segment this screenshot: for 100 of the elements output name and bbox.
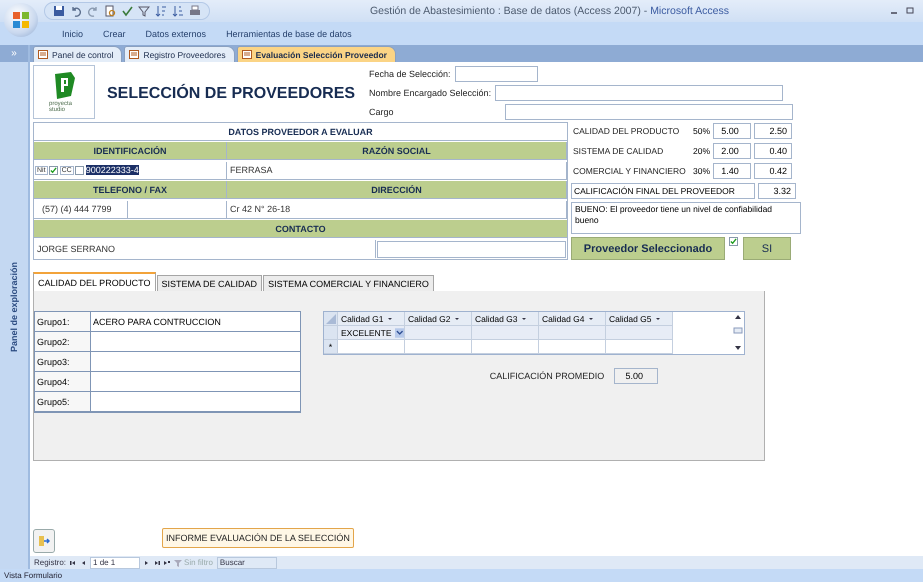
dropdown-arrow-icon[interactable] xyxy=(386,316,393,322)
last-record-icon[interactable] xyxy=(154,560,160,566)
criterion-label: COMERCIAL Y FINANCIERO xyxy=(572,166,687,176)
column-header[interactable]: Calidad G5 xyxy=(606,312,673,326)
report-button[interactable]: INFORME EVALUACIÓN DE LA SELECCIÓN xyxy=(162,528,354,548)
print-preview-icon[interactable] xyxy=(104,5,116,17)
group-field[interactable] xyxy=(91,352,300,372)
document-tab[interactable]: Registro Proveedores xyxy=(124,46,235,62)
grid-cell[interactable] xyxy=(606,326,673,340)
weighted-score-field[interactable]: 2.50 xyxy=(754,122,792,138)
group-label: Grupo1: xyxy=(35,312,91,332)
close-form-button[interactable] xyxy=(33,529,55,553)
group-field[interactable] xyxy=(91,332,300,352)
ribbon-tab[interactable]: Inicio xyxy=(52,28,94,38)
contact-field[interactable]: JORGE SERRANO xyxy=(34,240,376,258)
grid-cell[interactable] xyxy=(606,340,673,354)
group-label: Grupo5: xyxy=(35,392,91,412)
input-field[interactable] xyxy=(377,240,566,258)
subform-tab[interactable]: SISTEMA DE CALIDAD xyxy=(156,275,262,291)
column-header[interactable]: Calidad G2 xyxy=(405,312,472,326)
search-field[interactable]: Buscar xyxy=(216,556,277,568)
final-score-label: CALIFICACIÓN FINAL DEL PROVEEDOR xyxy=(571,182,755,198)
weighted-score-field[interactable]: 0.42 xyxy=(754,162,792,178)
grid-cell[interactable] xyxy=(472,326,539,340)
average-field[interactable]: 5.00 xyxy=(614,368,658,384)
address-field[interactable]: Cr 42 N° 26-18 xyxy=(227,200,567,219)
selected-label: Proveedor Seleccionado xyxy=(571,237,725,260)
selected-checkbox[interactable] xyxy=(729,237,738,246)
group-label: Grupo3: xyxy=(35,352,91,372)
dropdown-arrow-icon[interactable] xyxy=(520,316,527,322)
id-type-checkbox[interactable] xyxy=(48,166,58,175)
dropdown-arrow-icon[interactable] xyxy=(654,316,661,322)
restore-icon[interactable] xyxy=(905,6,915,16)
fax-field[interactable] xyxy=(128,200,227,219)
grid-cell[interactable] xyxy=(405,340,472,354)
group-label: Grupo2: xyxy=(35,332,91,352)
grid-cell[interactable] xyxy=(338,340,405,354)
score-field[interactable]: 5.00 xyxy=(713,122,751,138)
document-tab[interactable]: Evaluación Selección Proveedor xyxy=(236,46,396,62)
document-tab[interactable]: Panel de control xyxy=(33,46,122,62)
office-logo-icon[interactable] xyxy=(12,11,30,29)
id-type-checkbox[interactable] xyxy=(74,166,84,175)
sort-ascending-icon[interactable] xyxy=(155,5,167,17)
redo-icon[interactable] xyxy=(87,5,99,17)
ribbon-tab[interactable]: Herramientas de base de datos xyxy=(216,28,362,38)
selected-value: SI xyxy=(743,237,791,260)
new-row-marker: * xyxy=(324,340,338,354)
input-field[interactable] xyxy=(504,104,793,120)
grid-cell[interactable] xyxy=(539,326,606,340)
grid-cell[interactable] xyxy=(472,340,539,354)
final-score-field[interactable]: 3.32 xyxy=(758,182,796,198)
column-header[interactable]: Calidad G1 xyxy=(338,312,405,326)
print-icon[interactable] xyxy=(189,5,201,17)
next-record-icon[interactable] xyxy=(144,560,150,566)
grid-cell[interactable]: EXCELENTE xyxy=(338,326,405,340)
criterion-label: SISTEMA DE CALIDAD xyxy=(572,146,664,156)
column-header[interactable]: Calidad G4 xyxy=(539,312,606,326)
id-field[interactable]: 900222333-4 xyxy=(86,165,139,176)
weighted-score-field[interactable]: 0.40 xyxy=(754,142,792,158)
group-field[interactable] xyxy=(91,372,300,392)
new-record-icon[interactable] xyxy=(164,560,170,566)
group-field[interactable]: ACERO PARA CONTRUCCION xyxy=(91,312,300,332)
undo-icon[interactable] xyxy=(70,5,82,17)
rating-comment: BUENO: El proveedor tiene un nivel de confiabilidad bueno xyxy=(571,202,801,234)
dropdown-arrow-icon[interactable] xyxy=(394,328,404,338)
column-header[interactable]: Calidad G3 xyxy=(472,312,539,326)
field-label: Cargo xyxy=(369,106,395,116)
weight-text: 20% xyxy=(692,146,710,156)
weight-text: 30% xyxy=(692,166,710,176)
column-heading: TELEFONO / FAX xyxy=(34,181,227,200)
grid-cell[interactable] xyxy=(405,326,472,340)
section-heading: CONTACTO xyxy=(34,220,567,238)
phone-field[interactable]: (57) (4) 444 7799 xyxy=(34,200,128,219)
previous-record-icon[interactable] xyxy=(80,560,86,566)
subform-tab[interactable]: CALIDAD DEL PRODUCTO xyxy=(33,272,156,291)
save-icon[interactable] xyxy=(53,5,65,17)
field-label: Nombre Encargado Selección: xyxy=(369,88,492,98)
company-name-field[interactable]: FERRASA xyxy=(227,162,567,180)
average-label: CALIFICACIÓN PROMEDIO xyxy=(490,371,606,381)
sort-descending-icon[interactable] xyxy=(172,5,184,17)
window-title: Gestión de Abastesimiento : Base de datos (Access 2007) - Microsoft Access xyxy=(369,5,730,17)
dropdown-arrow-icon[interactable] xyxy=(454,316,460,322)
input-field[interactable] xyxy=(454,66,538,82)
input-field[interactable] xyxy=(495,84,784,100)
record-position-field[interactable]: 1 de 1 xyxy=(90,556,140,568)
ribbon-tab[interactable]: Datos externos xyxy=(136,28,216,38)
dropdown-arrow-icon[interactable] xyxy=(588,316,594,322)
first-record-icon[interactable] xyxy=(70,560,76,566)
form-icon xyxy=(129,50,140,59)
score-field[interactable]: 2.00 xyxy=(713,142,751,158)
filter-icon[interactable] xyxy=(138,5,150,17)
ribbon-tab[interactable]: Crear xyxy=(93,28,136,38)
office-button[interactable] xyxy=(4,3,38,37)
grid-cell[interactable] xyxy=(539,340,606,354)
subform-tab[interactable]: SISTEMA COMERCIAL Y FINANCIERO xyxy=(263,275,434,291)
score-field[interactable]: 1.40 xyxy=(713,162,751,178)
nav-pane-title[interactable]: Panel de exploración xyxy=(9,262,19,352)
form-title: SELECCIÓN DE PROVEEDORES xyxy=(106,82,356,104)
group-field[interactable] xyxy=(91,392,300,412)
exit-door-icon[interactable] xyxy=(38,535,50,547)
